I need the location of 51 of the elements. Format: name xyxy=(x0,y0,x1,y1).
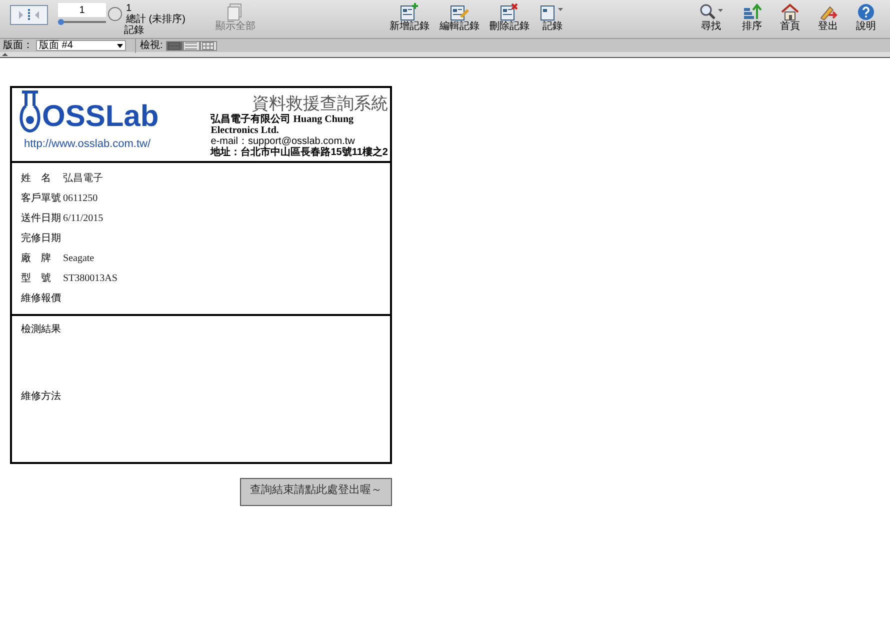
caret-icon xyxy=(117,44,123,48)
toolbar-button[interactable]: 編輯記錄 xyxy=(435,3,484,34)
field-value: Seagate xyxy=(63,252,94,266)
total-label: 總計 (未排序) xyxy=(126,14,186,25)
logo-text: OSSLab xyxy=(42,102,159,132)
field-label: 完修日期 xyxy=(21,232,62,246)
stack-arrow-icon xyxy=(742,3,762,21)
view-mode-button[interactable] xyxy=(200,40,217,50)
company-name: 弘昌電子有限公司 Huang Chung Electronics Ltd. xyxy=(210,114,355,136)
document-caret-icon xyxy=(539,3,566,21)
document-plus-icon xyxy=(399,3,420,21)
email-text: e-mail：support@osslab.com.tw xyxy=(210,136,356,147)
total-count: 1 xyxy=(126,3,133,14)
logout-button[interactable]: 查詢結束請點此處登出喔～ xyxy=(240,478,392,506)
toolbar-button[interactable]: 登出 xyxy=(814,3,842,34)
toolbar-button[interactable]: 記錄 xyxy=(535,3,570,34)
toolbar-button[interactable]: 說明 xyxy=(852,3,880,34)
toolbar-button[interactable]: 新增記錄 xyxy=(385,3,434,34)
toolbar-button[interactable]: 刪除記錄 xyxy=(485,3,534,34)
records-label: 記錄 xyxy=(124,25,145,36)
toolbar-button[interactable]: 尋找 xyxy=(694,3,728,34)
layout-label: 版面： xyxy=(3,39,33,53)
documents-icon xyxy=(227,3,244,21)
field-label: 維修報價 xyxy=(21,292,62,306)
document-x-icon xyxy=(499,3,520,21)
document-pencil-icon xyxy=(449,3,470,21)
field-label: 廠 牌 xyxy=(21,252,52,266)
field-label: 送件日期 xyxy=(21,212,62,226)
field-label: 姓 名 xyxy=(21,172,52,186)
field-value: 0611250 xyxy=(63,192,98,206)
record-slider[interactable] xyxy=(58,19,106,25)
book-navigation-button[interactable] xyxy=(10,5,48,25)
search-icon xyxy=(698,3,724,21)
field-value: ST380013AS xyxy=(63,272,118,286)
field-value: 弘昌電子 xyxy=(63,172,103,186)
field-label: 型 號 xyxy=(21,272,52,286)
field-value: 6/11/2015 xyxy=(63,212,104,226)
system-title: 資料救援查詢系統 xyxy=(252,94,388,114)
help-icon xyxy=(857,3,875,21)
record-number-field[interactable]: 1 xyxy=(58,3,106,17)
toolbar-button[interactable]: 排序 xyxy=(738,3,766,34)
view-mode-button[interactable] xyxy=(182,40,200,50)
toolbar-button[interactable]: 首頁 xyxy=(776,3,804,34)
field-label: 維修方法 xyxy=(21,390,62,404)
field-label: 客戶單號 xyxy=(21,192,62,206)
view-mode-button[interactable] xyxy=(166,40,183,50)
layout-dropdown[interactable]: 版面 #4 xyxy=(36,40,126,51)
home-icon xyxy=(780,3,800,21)
address-text: 地址：台北市中山區長春路15號11樓之2 xyxy=(210,147,388,158)
field-label: 檢測結果 xyxy=(21,322,62,337)
website-link[interactable]: http://www.osslab.com.tw/ xyxy=(24,136,211,152)
